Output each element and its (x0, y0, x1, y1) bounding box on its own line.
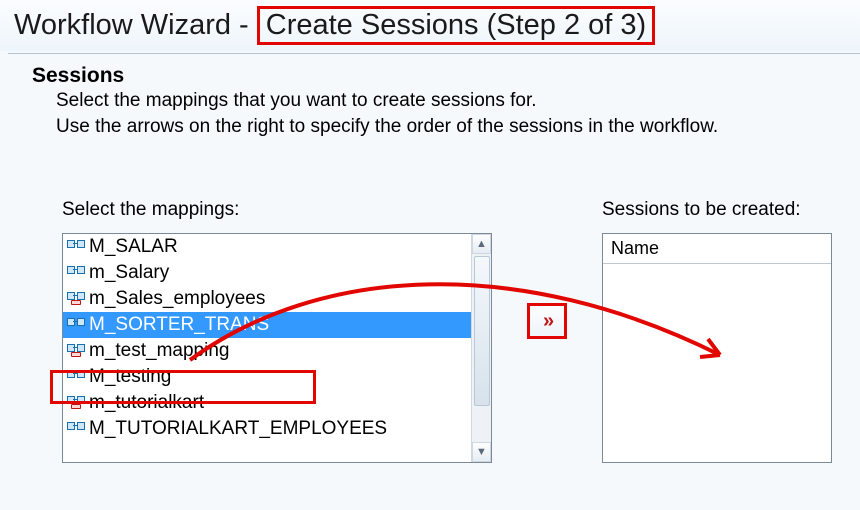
mapping-item-label: m_tutorialkart (89, 392, 204, 414)
mapping-item-label: M_TUTORIALKART_EMPLOYEES (89, 418, 387, 440)
mapping-icon (67, 292, 85, 306)
mapping-item-label: M_testing (89, 366, 171, 388)
mapping-item[interactable]: m_test_mapping (63, 338, 471, 364)
dialog-title-prefix: Workflow Wizard - (14, 9, 257, 41)
move-right-button[interactable]: » (527, 303, 567, 339)
mapping-icon (67, 396, 85, 410)
mapping-icon (67, 318, 85, 332)
scroll-thumb[interactable] (474, 256, 490, 406)
mapping-icon (67, 422, 85, 436)
mapping-item[interactable]: M_SORTER_TRANS (63, 312, 471, 338)
scroll-up-button[interactable]: ▲ (472, 234, 491, 254)
mapping-item[interactable]: m_tutorialkart (63, 390, 471, 416)
chevron-double-right-icon: » (543, 310, 551, 333)
mapping-item[interactable]: m_Sales_employees (63, 286, 471, 312)
mapping-item[interactable]: m_Salary (63, 260, 471, 286)
mappings-listbox[interactable]: M_SALAR m_Salary m_Sales_employees M_SORTER… (62, 233, 492, 463)
mapping-item-label: m_Sales_employees (89, 288, 265, 310)
mapping-item[interactable]: M_SALAR (63, 234, 471, 260)
sessions-list-label: Sessions to be created: (602, 199, 860, 221)
mapping-item[interactable]: M_testing (63, 364, 471, 390)
instruction-line-1: Select the mappings that you want to cre… (56, 88, 860, 114)
scroll-down-button[interactable]: ▼ (472, 442, 491, 462)
mappings-scrollbar[interactable]: ▲ ▼ (471, 234, 491, 462)
sessions-listbox[interactable]: Name (602, 233, 832, 463)
dialog-title: Workflow Wizard - Create Sessions (Step … (0, 0, 860, 51)
wizard-body: Sessions Select the mappings that you wa… (8, 53, 860, 463)
mapping-item-label: m_Salary (89, 262, 169, 284)
mapping-icon (67, 370, 85, 384)
sessions-column-header-name[interactable]: Name (603, 234, 831, 264)
section-heading: Sessions (32, 64, 860, 88)
mapping-item-label: M_SALAR (89, 236, 178, 258)
mapping-icon (67, 240, 85, 254)
mapping-item-label: M_SORTER_TRANS (89, 314, 269, 336)
mapping-icon (67, 344, 85, 358)
dialog-title-step: Create Sessions (Step 2 of 3) (257, 6, 655, 45)
mapping-item-label: m_test_mapping (89, 340, 229, 362)
mapping-icon (67, 266, 85, 280)
instruction-line-2: Use the arrows on the right to specify t… (56, 114, 860, 140)
mapping-item[interactable]: M_TUTORIALKART_EMPLOYEES (63, 416, 471, 442)
mappings-list-label: Select the mappings: (62, 199, 492, 221)
